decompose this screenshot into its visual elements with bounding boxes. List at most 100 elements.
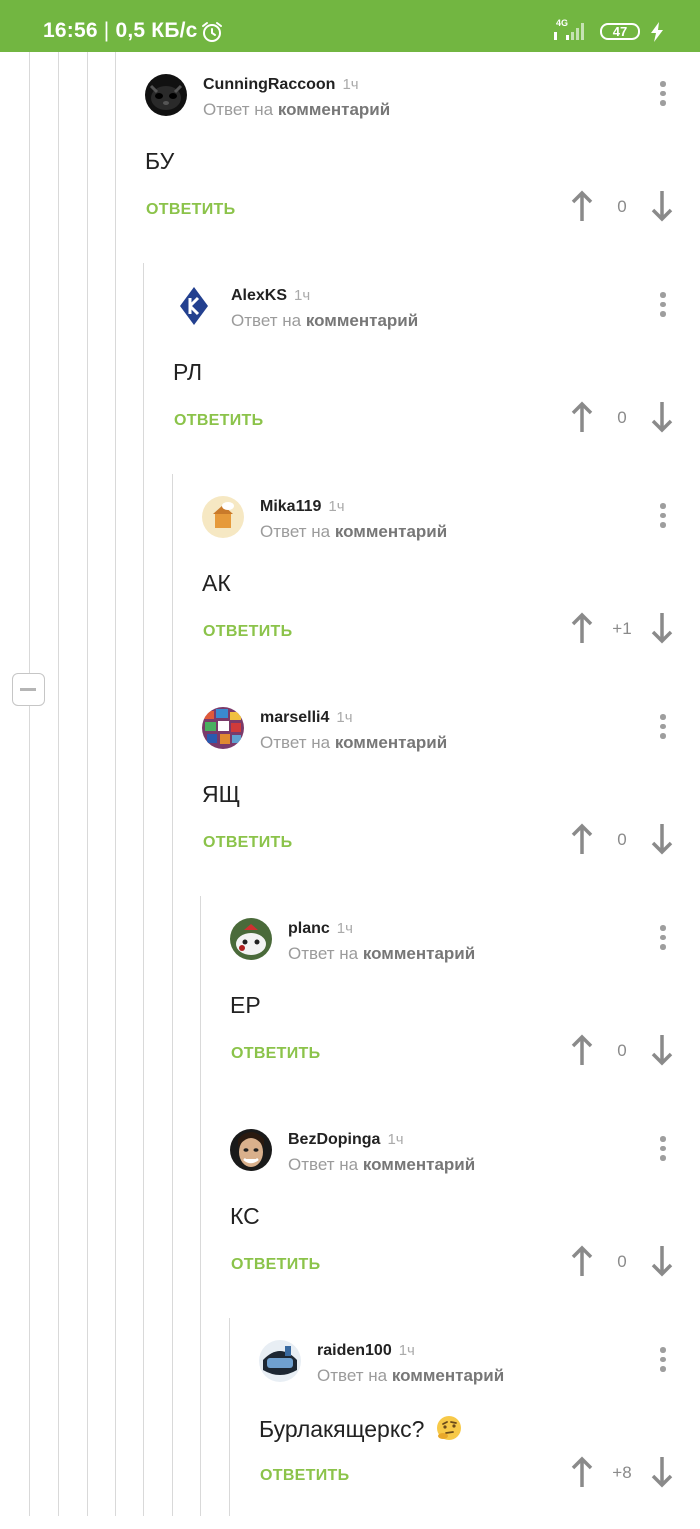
reply-prefix: Ответ на — [260, 522, 331, 541]
comment-header: Mika119 1ч — [260, 498, 345, 516]
more-vertical-icon[interactable] — [659, 292, 667, 320]
comment: Mika119 1ч Ответ на комментарий АК ОТВЕТИ… — [202, 474, 700, 685]
avatar[interactable] — [230, 1129, 272, 1171]
thread-line — [229, 1318, 230, 1516]
arrow-down-icon[interactable] — [651, 190, 673, 222]
more-vertical-icon[interactable] — [659, 925, 667, 953]
comment-time: 1ч — [387, 1131, 404, 1148]
thread-line — [87, 52, 88, 1516]
comment-header: CunningRaccoon 1ч — [203, 76, 359, 94]
reply-target-link[interactable]: комментарий — [363, 1155, 475, 1174]
arrow-up-icon[interactable] — [571, 1245, 593, 1277]
arrow-down-icon[interactable] — [651, 1245, 673, 1277]
status-separator: | — [103, 19, 110, 42]
comment: AlexKS 1ч Ответ на комментарий РЛ ОТВЕТИТ… — [173, 263, 700, 474]
arrow-down-icon[interactable] — [651, 612, 673, 644]
comment-time: 1ч — [342, 76, 359, 93]
reply-target-link[interactable]: комментарий — [392, 1366, 504, 1385]
comment-header: BezDopinga 1ч — [288, 1131, 404, 1149]
arrow-up-icon[interactable] — [571, 190, 593, 222]
arrow-down-icon[interactable] — [651, 1456, 673, 1488]
comment-text: АК — [202, 570, 231, 596]
more-vertical-icon[interactable] — [659, 81, 667, 109]
vote-count: 0 — [617, 197, 627, 216]
arrow-up-icon[interactable] — [571, 1034, 593, 1066]
reply-target-link[interactable]: комментарий — [278, 100, 390, 119]
avatar[interactable] — [202, 707, 244, 749]
battery-icon: 47 — [600, 23, 640, 40]
comment-text-content: Бурлакящеркс? — [259, 1416, 425, 1442]
arrow-down-icon[interactable] — [651, 1034, 673, 1066]
comment-text: КС — [230, 1203, 260, 1229]
comment-time: 1ч — [294, 287, 311, 304]
status-bar: 16:56 | 0,5 КБ/с 4G 47 — [0, 0, 700, 52]
reply-info: Ответ на комментарий — [260, 733, 447, 753]
vote-count: 0 — [617, 1041, 627, 1060]
username[interactable]: BezDopinga — [288, 1131, 380, 1148]
avatar[interactable] — [202, 496, 244, 538]
comment-header: AlexKS 1ч — [231, 287, 310, 305]
arrow-up-icon[interactable] — [571, 823, 593, 855]
more-vertical-icon[interactable] — [659, 503, 667, 531]
avatar[interactable] — [145, 74, 187, 116]
avatar[interactable] — [173, 285, 215, 327]
arrow-up-icon[interactable] — [571, 1456, 593, 1488]
arrow-down-icon[interactable] — [651, 401, 673, 433]
avatar[interactable] — [259, 1340, 301, 1382]
comment-text: БУ — [145, 148, 175, 174]
reply-info: Ответ на комментарий — [317, 1366, 504, 1386]
thread-line — [29, 52, 30, 673]
reply-button[interactable]: ОТВЕТИТЬ — [231, 1256, 320, 1274]
comment: marselli4 1ч Ответ на комментарий ЯЩ ОТВЕ… — [202, 685, 700, 896]
username[interactable]: AlexKS — [231, 287, 287, 304]
username[interactable]: Mika119 — [260, 498, 321, 515]
reply-target-link[interactable]: комментарий — [335, 522, 447, 541]
thinking-face-emoji-icon — [436, 1416, 461, 1440]
more-vertical-icon[interactable] — [659, 1136, 667, 1164]
signal-bars-icon — [554, 23, 584, 40]
thread-line — [200, 896, 201, 1516]
more-vertical-icon[interactable] — [659, 714, 667, 742]
comment: planc 1ч Ответ на комментарий ЕР ОТВЕТИТЬ… — [230, 896, 700, 1107]
comment-text: ЯЩ — [202, 781, 241, 807]
reply-prefix: Ответ на — [288, 944, 359, 963]
comment-time: 1ч — [336, 709, 353, 726]
arrow-up-icon[interactable] — [571, 401, 593, 433]
status-time: 16:56 | 0,5 КБ/с — [43, 19, 198, 43]
username[interactable]: marselli4 — [260, 709, 329, 726]
thread-line — [172, 474, 173, 1516]
collapse-thread-button[interactable] — [12, 673, 45, 706]
reply-button[interactable]: ОТВЕТИТЬ — [203, 834, 292, 852]
reply-info: Ответ на комментарий — [288, 1155, 475, 1175]
vote-count: +8 — [612, 1463, 632, 1482]
comment-text: РЛ — [173, 359, 203, 385]
reply-target-link[interactable]: комментарий — [335, 733, 447, 752]
username[interactable]: CunningRaccoon — [203, 76, 335, 93]
comment-text: Бурлакящеркс? — [259, 1414, 463, 1443]
username[interactable]: planc — [288, 920, 330, 937]
vote-count: 0 — [617, 408, 627, 427]
thread-line — [115, 52, 116, 1516]
reply-button[interactable]: ОТВЕТИТЬ — [231, 1045, 320, 1063]
comment: raiden100 1ч Ответ на комментарий Бурлакя… — [259, 1318, 700, 1529]
reply-button[interactable]: ОТВЕТИТЬ — [146, 201, 235, 219]
reply-info: Ответ на комментарий — [260, 522, 447, 542]
comment: BezDopinga 1ч Ответ на комментарий КС ОТВ… — [230, 1107, 700, 1318]
reply-button[interactable]: ОТВЕТИТЬ — [174, 412, 263, 430]
more-vertical-icon[interactable] — [659, 1347, 667, 1375]
reply-prefix: Ответ на — [203, 100, 274, 119]
comment-text: ЕР — [230, 992, 261, 1018]
reply-button[interactable]: ОТВЕТИТЬ — [203, 623, 292, 641]
network-speed: 0,5 КБ/с — [115, 19, 198, 42]
reply-info: Ответ на комментарий — [288, 944, 475, 964]
avatar[interactable] — [230, 918, 272, 960]
reply-target-link[interactable]: комментарий — [306, 311, 418, 330]
username[interactable]: raiden100 — [317, 1342, 392, 1359]
comment-header: planc 1ч — [288, 920, 353, 938]
arrow-up-icon[interactable] — [571, 612, 593, 644]
arrow-down-icon[interactable] — [651, 823, 673, 855]
comment-time: 1ч — [398, 1342, 415, 1359]
alarm-clock-icon — [202, 22, 222, 42]
reply-button[interactable]: ОТВЕТИТЬ — [260, 1467, 349, 1485]
reply-target-link[interactable]: комментарий — [363, 944, 475, 963]
